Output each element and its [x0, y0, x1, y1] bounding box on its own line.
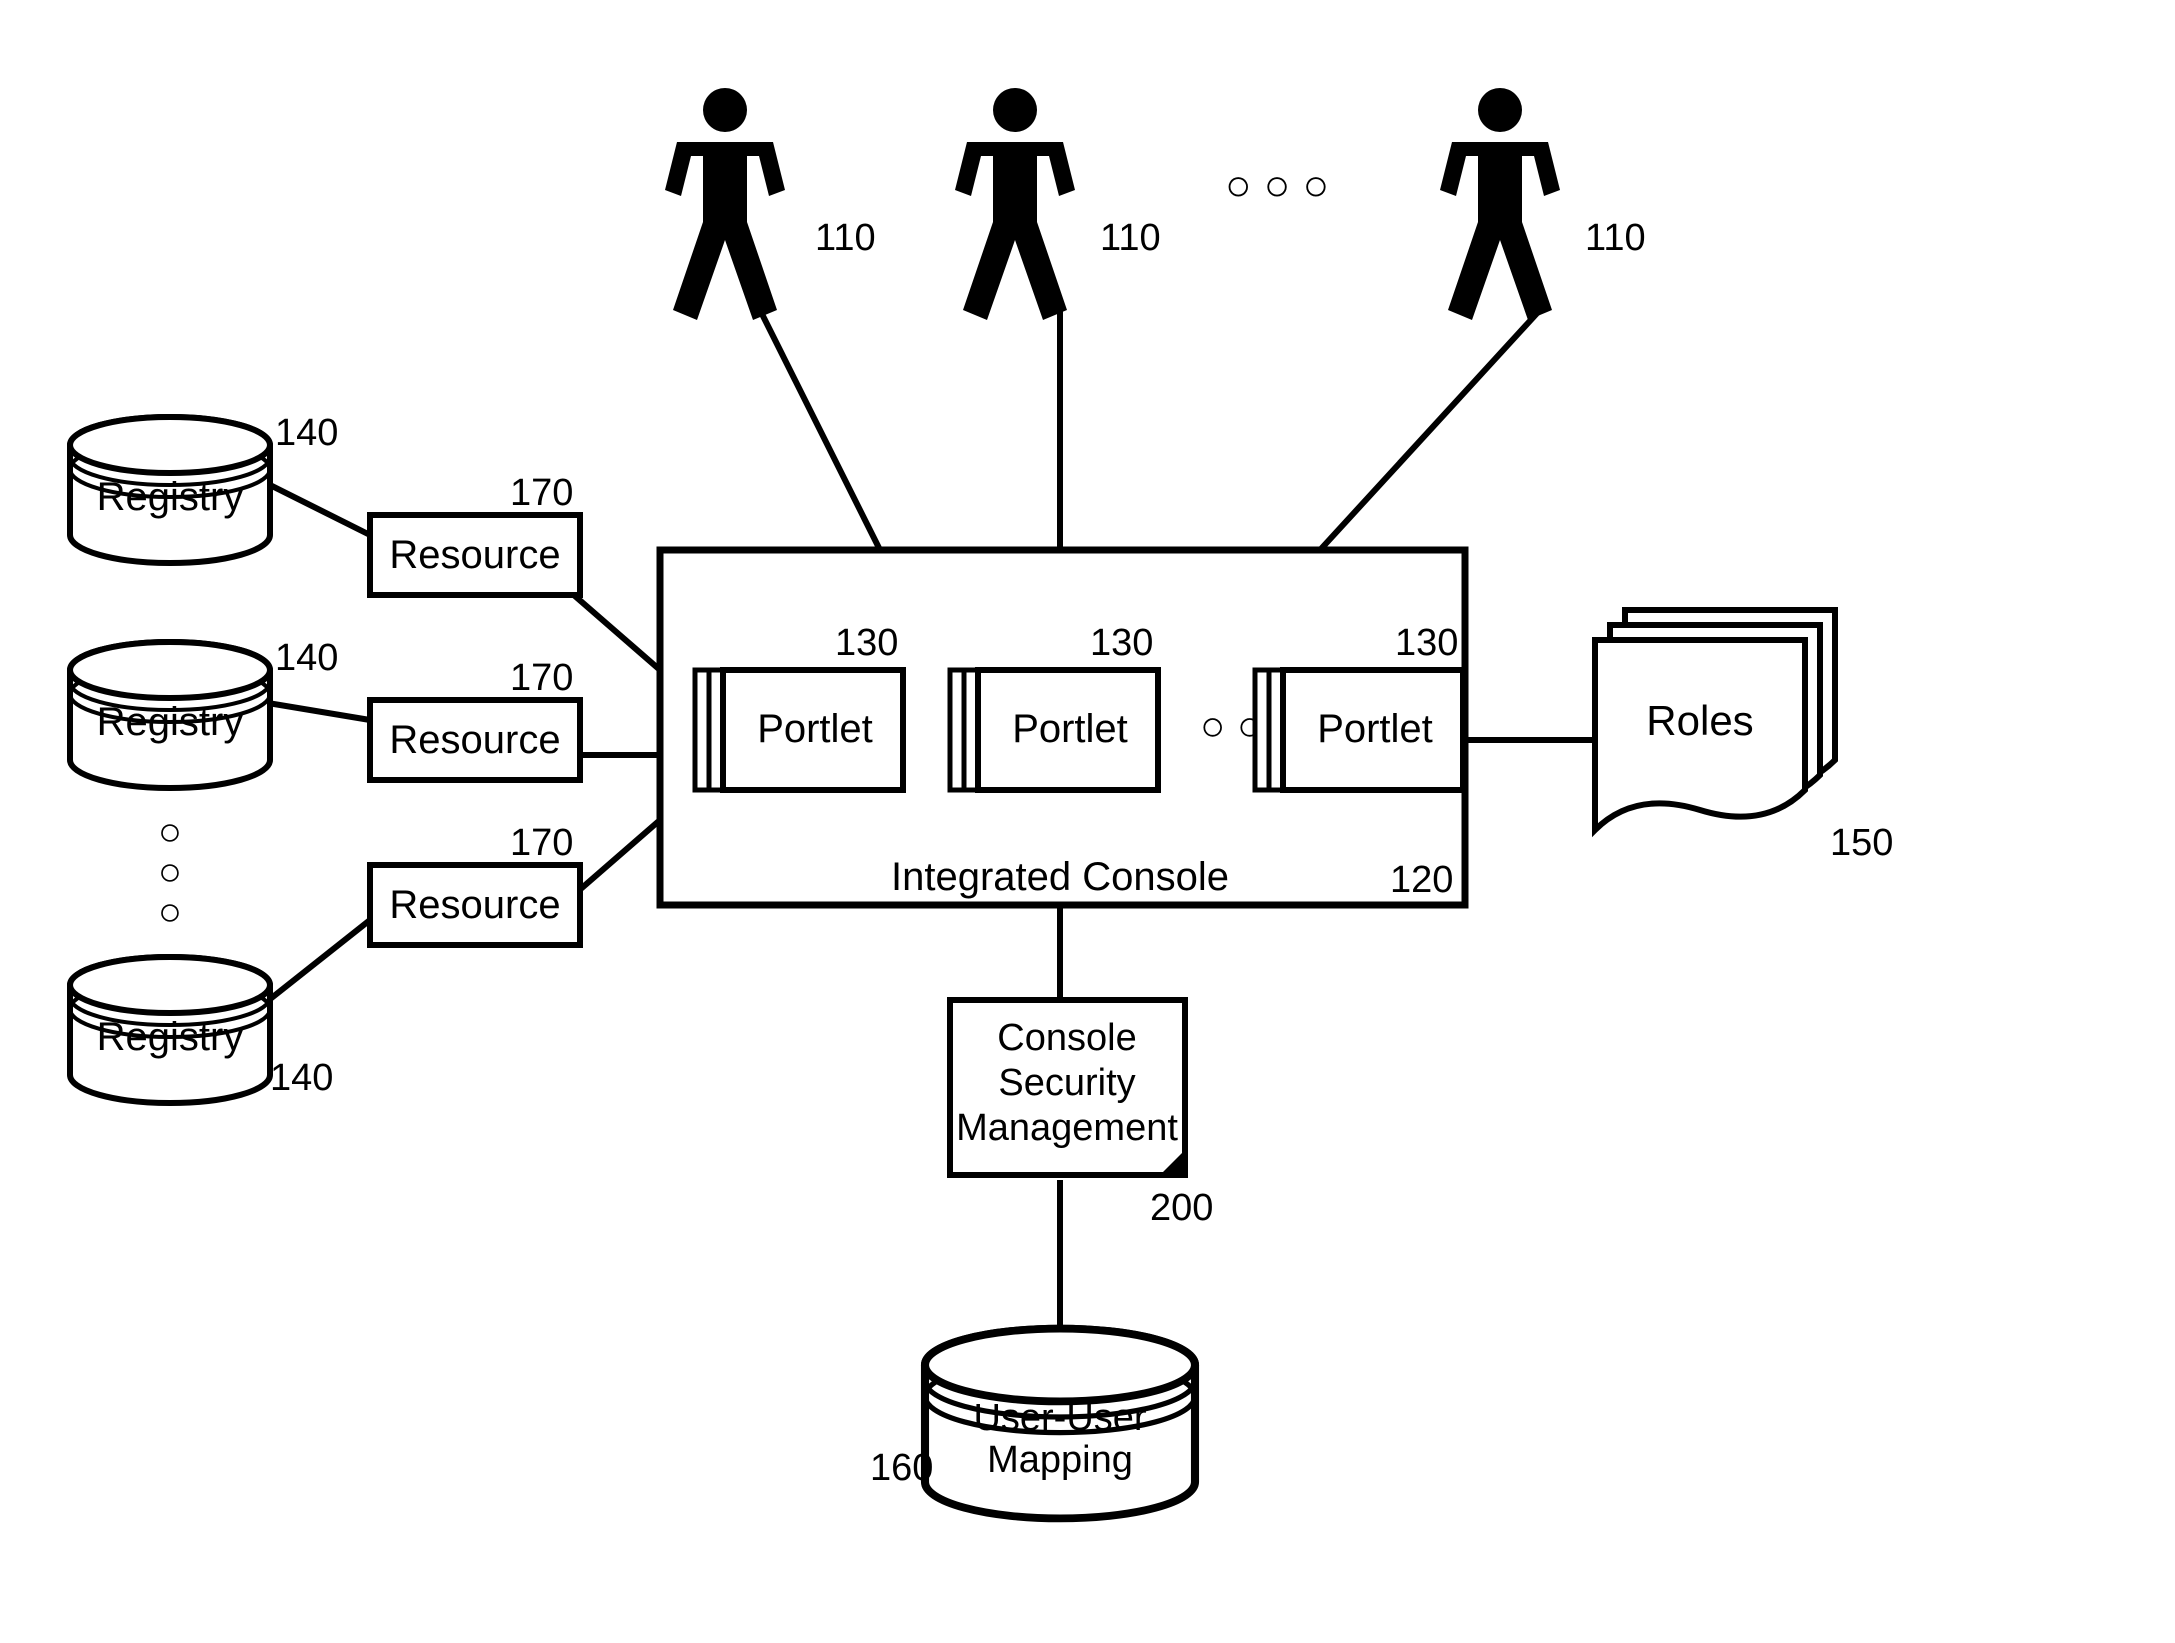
console-security-management: Console Security Management 200 — [950, 1000, 1213, 1229]
registry-label: Registry — [97, 1015, 244, 1059]
portlet-label: Portlet — [1012, 707, 1128, 751]
security-line: Management — [956, 1107, 1178, 1149]
registry-label: Registry — [97, 700, 244, 744]
resource-label: Resource — [389, 883, 560, 927]
resource-column: Resource 170 Resource 170 Resource 170 — [370, 472, 580, 945]
resource-ref: 170 — [510, 472, 573, 514]
integrated-console: Integrated Console 120 Portlet 130 Portl… — [660, 550, 1465, 905]
resource-label: Resource — [389, 533, 560, 577]
console-label: Integrated Console — [891, 855, 1229, 899]
resource-ref: 170 — [510, 657, 573, 699]
registry-ellipsis-dot: ○ — [158, 890, 182, 934]
registry-ellipsis-dot: ○ — [158, 810, 182, 854]
person-icon — [1440, 88, 1560, 320]
registry-label: Registry — [97, 475, 244, 519]
person-ref: 110 — [1100, 217, 1161, 259]
registry-ref: 140 — [270, 1057, 333, 1099]
registry-ref: 140 — [275, 412, 338, 454]
people-row: 110 110 ○ ○ ○ 110 — [665, 88, 1646, 320]
portlet-ref: 130 — [835, 622, 898, 664]
resource-ref: 170 — [510, 822, 573, 864]
portlet-label: Portlet — [1317, 707, 1433, 751]
mapping-line: Mapping — [987, 1439, 1133, 1481]
security-line: Console — [997, 1017, 1136, 1059]
roles-label: Roles — [1646, 697, 1753, 744]
console-ref: 120 — [1390, 859, 1453, 901]
portlet-ref: 130 — [1395, 622, 1458, 664]
portlet-label: Portlet — [757, 707, 873, 751]
security-ref: 200 — [1150, 1187, 1213, 1229]
architecture-diagram: 110 110 ○ ○ ○ 110 Registry 140 Registry … — [0, 0, 2175, 1643]
mapping-line: User-User — [973, 1397, 1146, 1439]
mapping-ref: 160 — [870, 1447, 933, 1489]
resource-label: Resource — [389, 718, 560, 762]
person-icon — [665, 88, 785, 320]
roles-stack: Roles — [1595, 610, 1835, 830]
people-ellipsis: ○ ○ ○ — [1225, 161, 1329, 210]
person-ref: 110 — [1585, 217, 1646, 259]
portlet-ref: 130 — [1090, 622, 1153, 664]
roles-ref: 150 — [1830, 822, 1893, 864]
registry-ref: 140 — [275, 637, 338, 679]
registry-ellipsis-dot: ○ — [158, 850, 182, 894]
registry-column: Registry 140 Registry 140 ○ ○ ○ Registry… — [70, 412, 338, 1103]
person-ref: 110 — [815, 217, 876, 259]
security-line: Security — [998, 1062, 1135, 1104]
user-user-mapping-db: User-User Mapping 160 — [870, 1329, 1195, 1519]
person-icon — [955, 88, 1075, 320]
